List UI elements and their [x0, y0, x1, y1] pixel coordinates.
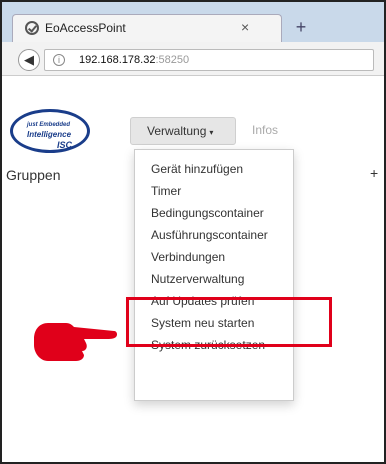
close-icon[interactable]: × — [241, 19, 249, 35]
company-logo: just Embedded Intelligence ISC — [10, 109, 90, 153]
new-tab-button[interactable]: + — [288, 16, 314, 40]
menu-item-bedingungscontainer[interactable]: Bedingungscontainer — [135, 202, 293, 224]
verwaltung-label: Verwaltung — [147, 124, 207, 138]
check-circle-icon — [25, 21, 39, 35]
url-host: 192.168.178.32 — [79, 54, 156, 66]
verwaltung-menu-button[interactable]: Verwaltung ▾ — [130, 117, 236, 145]
page-content: just Embedded Intelligence ISC Verwaltun… — [2, 77, 384, 462]
logo-line-2: Intelligence — [27, 130, 72, 139]
pointing-hand-icon — [34, 323, 118, 361]
menu-item-timer[interactable]: Timer — [135, 180, 293, 202]
info-icon[interactable]: i — [53, 54, 65, 66]
navigation-bar: ◀ i 192.168.178.32:58250 — [2, 42, 384, 76]
logo-line-1: just Embedded — [27, 122, 71, 128]
menu-item-geraet-hinzufuegen[interactable]: Gerät hinzufügen — [135, 158, 293, 180]
caret-down-icon: ▾ — [209, 128, 214, 137]
url-port: :58250 — [155, 54, 190, 66]
infos-menu-button[interactable]: Infos — [244, 117, 286, 145]
browser-window: EoAccessPoint × + ◀ i 192.168.178.32:582… — [0, 0, 386, 464]
back-arrow-icon[interactable]: ◀ — [18, 49, 40, 71]
tab-title: EoAccessPoint — [45, 21, 126, 35]
logo-mark: ISC — [57, 140, 73, 150]
address-bar[interactable]: i 192.168.178.32:58250 — [44, 49, 374, 71]
browser-tab[interactable]: EoAccessPoint × — [12, 14, 282, 42]
section-title-gruppen: Gruppen — [6, 167, 61, 183]
add-icon[interactable]: + — [370, 165, 378, 181]
menu-item-ausfuehrungscontainer[interactable]: Ausführungscontainer — [135, 224, 293, 246]
verwaltung-dropdown: Gerät hinzufügen Timer Bedingungscontain… — [134, 149, 294, 401]
tab-strip: EoAccessPoint × + — [2, 2, 384, 42]
highlight-box — [126, 297, 332, 347]
menu-item-verbindungen[interactable]: Verbindungen — [135, 246, 293, 268]
menu-item-nutzerverwaltung[interactable]: Nutzerverwaltung — [135, 268, 293, 290]
url-text: 192.168.178.32:58250 — [79, 54, 189, 66]
